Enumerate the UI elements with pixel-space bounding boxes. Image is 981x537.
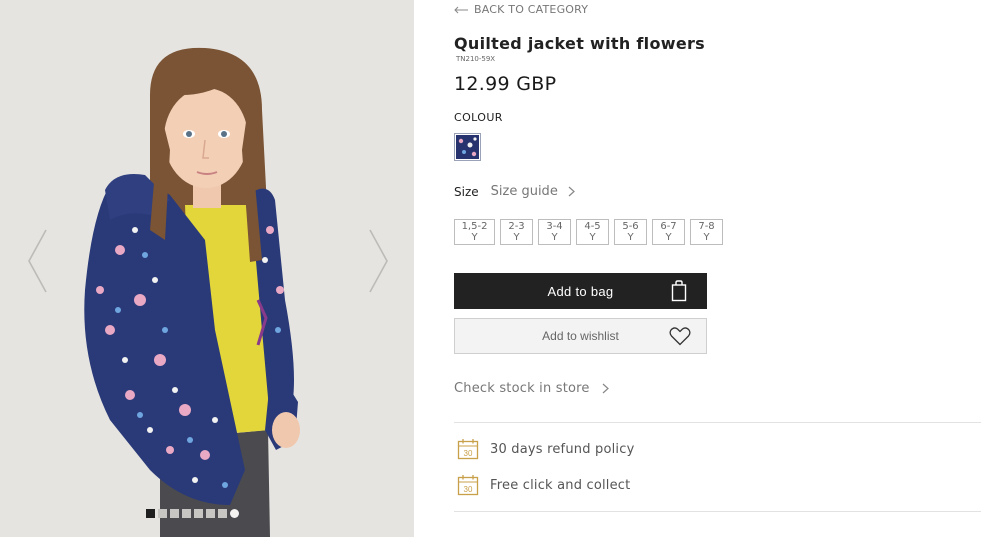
gallery-dot[interactable] — [182, 509, 191, 518]
chevron-left-icon — [28, 229, 47, 293]
size-options: 1,5-2 Y 2-3 Y 3-4 Y 4-5 Y 5-6 Y 6-7 Y 7-… — [454, 219, 723, 245]
product-title: Quilted jacket with flowers — [454, 34, 705, 53]
size-option[interactable]: 2-3 Y — [500, 219, 533, 245]
arrow-left-icon — [454, 6, 468, 13]
click-and-collect-feature: 30 Free click and collect — [457, 474, 630, 496]
size-option[interactable]: 7-8 Y — [690, 219, 723, 245]
check-stock-in-store-link[interactable]: Check stock in store — [454, 381, 609, 396]
size-guide-link[interactable]: Size guide — [491, 184, 558, 199]
back-to-category-link[interactable]: BACK TO CATEGORY — [454, 3, 588, 16]
chevron-right-icon — [568, 186, 575, 197]
size-option[interactable]: 6-7 Y — [652, 219, 685, 245]
refund-policy-label: 30 days refund policy — [490, 441, 635, 457]
shopping-bag-icon — [671, 280, 687, 305]
colour-swatch-navy-floral[interactable] — [454, 133, 481, 161]
gallery-dot[interactable] — [158, 509, 167, 518]
refund-policy-feature: 30 30 days refund policy — [457, 438, 634, 460]
chevron-right-icon — [369, 229, 388, 293]
check-stock-label: Check stock in store — [454, 381, 590, 396]
size-option[interactable]: 4-5 Y — [576, 219, 609, 245]
size-row: Size Size guide — [454, 184, 575, 199]
gallery-dot[interactable] — [146, 509, 155, 518]
colour-label: COLOUR — [454, 111, 503, 124]
gallery-dot[interactable] — [230, 509, 239, 518]
add-to-bag-button[interactable]: Add to bag — [454, 273, 707, 309]
size-label: Size — [454, 184, 479, 199]
product-image-gallery — [0, 0, 414, 537]
gallery-prev-arrow[interactable] — [26, 228, 50, 294]
product-price: 12.99 GBP — [454, 73, 557, 95]
chevron-right-icon — [602, 383, 609, 394]
product-sku: TN210-59X — [456, 55, 496, 63]
gallery-dot[interactable] — [170, 509, 179, 518]
product-photo — [0, 0, 414, 537]
gallery-dot[interactable] — [194, 509, 203, 518]
back-to-category-label: BACK TO CATEGORY — [474, 3, 589, 16]
add-to-wishlist-label: Add to wishlist — [542, 329, 619, 343]
divider — [454, 422, 981, 423]
svg-text:30: 30 — [464, 485, 473, 494]
gallery-pagination — [146, 509, 239, 518]
click-and-collect-label: Free click and collect — [490, 477, 631, 493]
gallery-next-arrow[interactable] — [366, 228, 390, 294]
size-option[interactable]: 5-6 Y — [614, 219, 647, 245]
size-option[interactable]: 3-4 Y — [538, 219, 571, 245]
add-to-bag-label: Add to bag — [547, 283, 614, 299]
heart-icon — [669, 326, 691, 349]
gallery-dot[interactable] — [218, 509, 227, 518]
swatch-pattern — [456, 135, 479, 159]
svg-text:30: 30 — [464, 449, 473, 458]
add-to-wishlist-button[interactable]: Add to wishlist — [454, 318, 707, 354]
product-info-panel: BACK TO CATEGORY Quilted jacket with flo… — [454, 0, 981, 537]
divider — [454, 511, 981, 512]
gallery-dot[interactable] — [206, 509, 215, 518]
calendar-30-icon: 30 — [457, 475, 479, 496]
calendar-30-icon: 30 — [457, 439, 479, 460]
size-option[interactable]: 1,5-2 Y — [454, 219, 495, 245]
